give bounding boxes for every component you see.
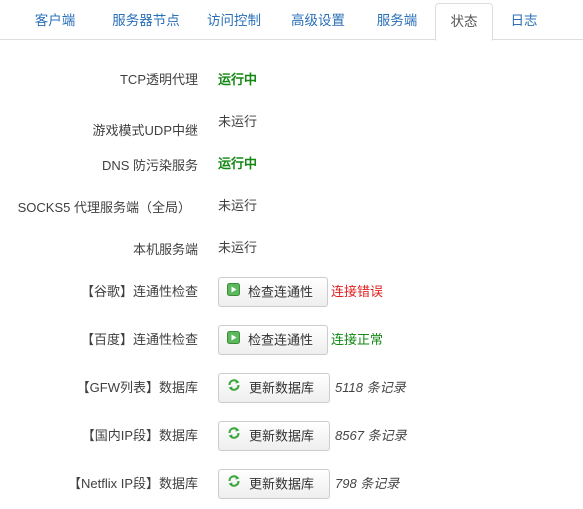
status-label: SOCKS5 代理服务端（全局） [17,200,191,215]
button-label: 更新数据库 [249,476,315,492]
tab-log[interactable]: 日志 [500,3,548,40]
database-row-china-ip: 【国内IP段】数据库 更新数据库 8567 条记录 [0,421,583,451]
database-row-gfw: 【GFW列表】数据库 更新数据库 5118 条记录 [0,373,583,403]
status-row-udp-relay: 游戏模式UDP中继 未运行 [0,107,583,138]
status-row-local-server: 本机服务端 未运行 [0,233,583,263]
database-label: 【GFW列表】数据库 [76,380,198,395]
record-count: 5118 条记录 [335,380,406,395]
record-count: 8567 条记录 [335,428,407,443]
update-database-button[interactable]: 更新数据库 [218,421,330,451]
record-count: 798 条记录 [335,476,400,491]
tab-advanced-settings[interactable]: 高级设置 [281,3,355,40]
play-square-icon [227,278,240,306]
button-label: 检查连通性 [248,284,314,300]
play-square-icon [227,326,240,354]
refresh-icon [227,470,241,498]
refresh-icon [227,422,241,450]
status-label: TCP透明代理 [119,72,198,87]
refresh-icon [227,374,241,402]
status-value: 未运行 [218,198,258,213]
tab-client[interactable]: 客户端 [18,3,92,40]
connectivity-row-baidu: 【百度】连通性检查 检查连通性 连接正常 [0,325,583,355]
status-value: 未运行 [218,114,258,129]
status-row-socks5: SOCKS5 代理服务端（全局） 未运行 [0,191,583,221]
database-row-netflix-ip: 【Netflix IP段】数据库 更新数据库 798 条记录 [0,469,583,499]
status-row-dns: DNS 防污染服务 运行中 [0,149,583,179]
status-label: 本机服务端 [132,242,198,257]
database-label: 【国内IP段】数据库 [81,428,198,443]
status-label: 游戏模式UDP中继 [92,123,198,138]
database-label: 【Netflix IP段】数据库 [67,476,198,491]
status-value: 运行中 [218,72,258,87]
update-database-button[interactable]: 更新数据库 [218,373,330,403]
check-label: 【百度】连通性检查 [80,332,198,347]
connectivity-result: 连接正常 [331,332,384,347]
tab-bar: 客户端 服务器节点 访问控制 高级设置 服务端 状态 日志 [0,0,583,41]
check-label: 【谷歌】连通性检查 [80,284,198,299]
tab-access-control[interactable]: 访问控制 [197,3,271,40]
tab-server-nodes[interactable]: 服务器节点 [96,3,196,40]
button-label: 更新数据库 [249,380,315,396]
status-value: 未运行 [218,240,258,255]
status-value: 运行中 [218,156,258,171]
button-label: 检查连通性 [248,332,314,348]
tab-server[interactable]: 服务端 [364,3,430,40]
status-label: DNS 防污染服务 [101,158,198,173]
button-label: 更新数据库 [249,428,315,444]
status-row-tcp-proxy: TCP透明代理 运行中 [0,65,583,95]
check-connectivity-button[interactable]: 检查连通性 [218,325,328,355]
check-connectivity-button[interactable]: 检查连通性 [218,277,328,307]
update-database-button[interactable]: 更新数据库 [218,469,330,499]
connectivity-row-google: 【谷歌】连通性检查 检查连通性 连接错误 [0,277,583,307]
connectivity-result: 连接错误 [331,284,384,299]
tab-status[interactable]: 状态 [435,3,493,41]
